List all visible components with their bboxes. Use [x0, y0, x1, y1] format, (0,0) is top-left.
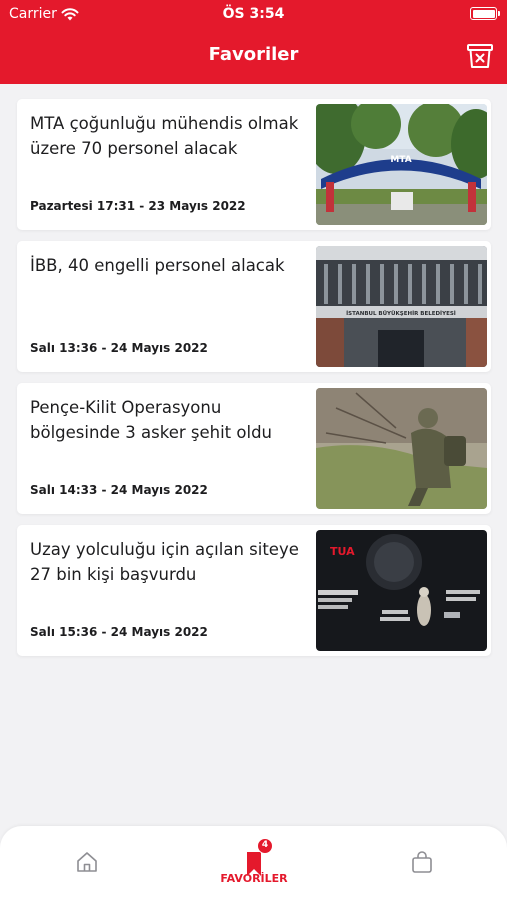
tab-bag[interactable]: [362, 826, 482, 900]
tab-favorites-label: FAVORİLER: [220, 872, 288, 885]
news-card[interactable]: MTA çoğunluğu mühendis olmak üzere 70 pe…: [17, 99, 491, 230]
favorites-count-badge: 4: [257, 838, 273, 854]
news-card[interactable]: Uzay yolculuğu için açılan siteye 27 bin…: [17, 525, 491, 656]
news-title: Uzay yolculuğu için açılan siteye 27 bin…: [30, 540, 299, 584]
app-header: Carrier ÖS 3:54 Favoriler: [0, 0, 507, 84]
news-card[interactable]: İBB, 40 engelli personel alacak Salı 13:…: [17, 241, 491, 372]
tab-bar: 4 FAVORİLER: [0, 826, 507, 900]
image-sign: MTA: [390, 155, 411, 165]
status-bar: Carrier ÖS 3:54: [0, 0, 507, 28]
news-title: Pençe-Kilit Operasyonu bölgesinde 3 aske…: [30, 398, 272, 442]
page-title: Favoriler: [208, 44, 299, 65]
battery-icon: [470, 7, 500, 20]
shopping-bag-icon: [412, 851, 432, 873]
news-card[interactable]: Pençe-Kilit Operasyonu bölgesinde 3 aske…: [17, 383, 491, 514]
tab-favorites[interactable]: 4 FAVORİLER: [194, 826, 314, 900]
image-sign: TUA: [330, 545, 355, 558]
image-sign: İSTANBUL BÜYÜKŞEHİR BELEDİYESİ: [346, 310, 456, 317]
news-date: Salı 14:33 - 24 Mayıs 2022: [30, 483, 208, 497]
trash-icon[interactable]: [466, 42, 494, 70]
news-thumbnail: İSTANBUL BÜYÜKŞEHİR BELEDİYESİ: [316, 246, 487, 367]
tab-home[interactable]: [27, 826, 147, 900]
home-icon: [77, 852, 97, 872]
news-date: Salı 13:36 - 24 Mayıs 2022: [30, 341, 208, 355]
status-time: ÖS 3:54: [222, 6, 285, 22]
news-date: Pazartesi 17:31 - 23 Mayıs 2022: [30, 199, 246, 213]
news-thumbnail: TUA: [316, 530, 487, 651]
news-title: MTA çoğunluğu mühendis olmak üzere 70 pe…: [30, 114, 299, 158]
news-thumbnail: MTA: [316, 104, 487, 225]
news-title: İBB, 40 engelli personel alacak: [30, 256, 285, 275]
news-date: Salı 15:36 - 24 Mayıs 2022: [30, 625, 208, 639]
favorites-list: MTA çoğunluğu mühendis olmak üzere 70 pe…: [17, 99, 491, 667]
news-thumbnail: [316, 388, 487, 509]
